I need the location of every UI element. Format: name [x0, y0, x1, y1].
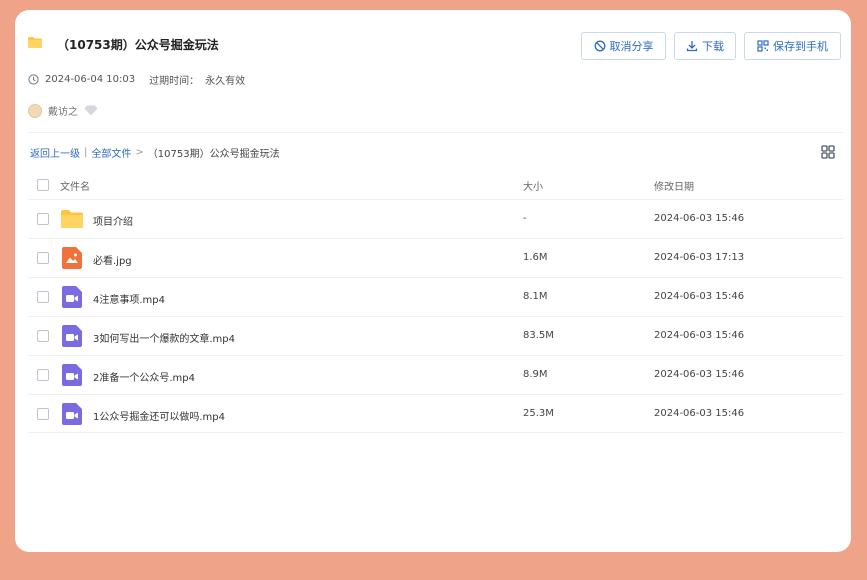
download-icon: [686, 41, 698, 52]
file-modified: 2024-06-03 15:46: [654, 408, 745, 419]
row-checkbox[interactable]: [37, 252, 49, 264]
avatar: [28, 103, 42, 118]
breadcrumb-separator: |: [84, 147, 88, 158]
cancel-share-label: 取消分享: [609, 40, 654, 53]
save-to-phone-label: 保存到手机: [773, 40, 828, 53]
breadcrumb-arrow: >: [135, 147, 144, 158]
qr-code-icon: [757, 40, 769, 52]
breadcrumb-current: （10753期）公众号掘金玩法: [147, 149, 280, 160]
file-size: 8.1M: [523, 291, 548, 302]
column-name[interactable]: 文件名: [60, 178, 90, 193]
table-row[interactable]: 3如何写出一个爆款的文章.mp4 83.5M 2024-06-03 15:46: [28, 316, 843, 355]
row-checkbox[interactable]: [37, 291, 49, 303]
file-size: -: [523, 213, 527, 224]
expire-label: 过期时间：: [149, 76, 200, 87]
file-size: 8.9M: [523, 369, 548, 380]
video-file-icon: [62, 364, 82, 386]
file-size: 83.5M: [523, 330, 554, 341]
save-to-phone-button[interactable]: 保存到手机: [744, 32, 841, 60]
folder-icon: [61, 210, 83, 228]
column-size[interactable]: 大小: [523, 178, 543, 193]
file-list: 项目介绍 - 2024-06-03 15:46 必看.jpg 1.6M 2024…: [28, 199, 843, 433]
table-header: 文件名 大小 修改日期: [28, 173, 843, 199]
sharer-name: 戴访之: [48, 107, 78, 118]
file-name[interactable]: 3如何写出一个爆款的文章.mp4: [93, 330, 235, 345]
row-checkbox[interactable]: [37, 408, 49, 420]
share-meta: 2024-06-04 10:03 过期时间： 永久有效: [28, 72, 245, 87]
expire-value: 永久有效: [205, 76, 246, 87]
cancel-share-button[interactable]: 取消分享: [581, 32, 666, 60]
file-modified: 2024-06-03 15:46: [654, 213, 745, 224]
back-link[interactable]: 返回上一级: [30, 145, 80, 160]
video-file-icon: [62, 403, 82, 425]
table-row[interactable]: 2准备一个公众号.mp4 8.9M 2024-06-03 15:46: [28, 355, 843, 394]
file-name[interactable]: 项目介绍: [93, 213, 133, 228]
select-all-checkbox[interactable]: [37, 179, 49, 191]
file-name[interactable]: 1公众号掘金还可以做吗.mp4: [93, 408, 225, 423]
file-name[interactable]: 4注意事项.mp4: [93, 291, 165, 306]
download-label: 下载: [702, 40, 724, 53]
file-modified: 2024-06-03 15:46: [654, 330, 745, 341]
file-size: 25.3M: [523, 408, 554, 419]
row-checkbox[interactable]: [37, 330, 49, 342]
page-title: （10753期）公众号掘金玩法: [57, 38, 219, 52]
share-card: （10753期）公众号掘金玩法 取消分享 下载 保存到手机 2024-06-04…: [15, 10, 851, 552]
file-name[interactable]: 2准备一个公众号.mp4: [93, 369, 195, 384]
ban-icon: [594, 40, 605, 52]
row-checkbox[interactable]: [37, 213, 49, 225]
file-modified: 2024-06-03 15:46: [654, 369, 745, 380]
download-button[interactable]: 下载: [674, 32, 736, 60]
shared-time: 2024-06-04 10:03: [45, 74, 136, 85]
divider: [28, 132, 843, 133]
image-file-icon: [62, 247, 82, 269]
sharer: 戴访之: [28, 103, 98, 118]
table-row[interactable]: 必看.jpg 1.6M 2024-06-03 17:13: [28, 238, 843, 277]
file-modified: 2024-06-03 15:46: [654, 291, 745, 302]
file-name[interactable]: 必看.jpg: [93, 252, 132, 267]
table-row[interactable]: 项目介绍 - 2024-06-03 15:46: [28, 199, 843, 238]
vip-diamond-icon: [84, 105, 98, 116]
folder-icon: [28, 37, 42, 48]
grid-view-icon[interactable]: [821, 145, 835, 159]
video-file-icon: [62, 325, 82, 347]
file-size: 1.6M: [523, 252, 548, 263]
breadcrumb: 返回上一级 | 全部文件 > （10753期）公众号掘金玩法: [30, 145, 280, 160]
table-row[interactable]: 1公众号掘金还可以做吗.mp4 25.3M 2024-06-03 15:46: [28, 394, 843, 433]
row-checkbox[interactable]: [37, 369, 49, 381]
file-modified: 2024-06-03 17:13: [654, 252, 745, 263]
clock-icon: [28, 74, 39, 85]
table-row[interactable]: 4注意事项.mp4 8.1M 2024-06-03 15:46: [28, 277, 843, 316]
video-file-icon: [62, 286, 82, 308]
column-modified[interactable]: 修改日期: [654, 178, 694, 193]
all-files-link[interactable]: 全部文件: [91, 145, 131, 160]
